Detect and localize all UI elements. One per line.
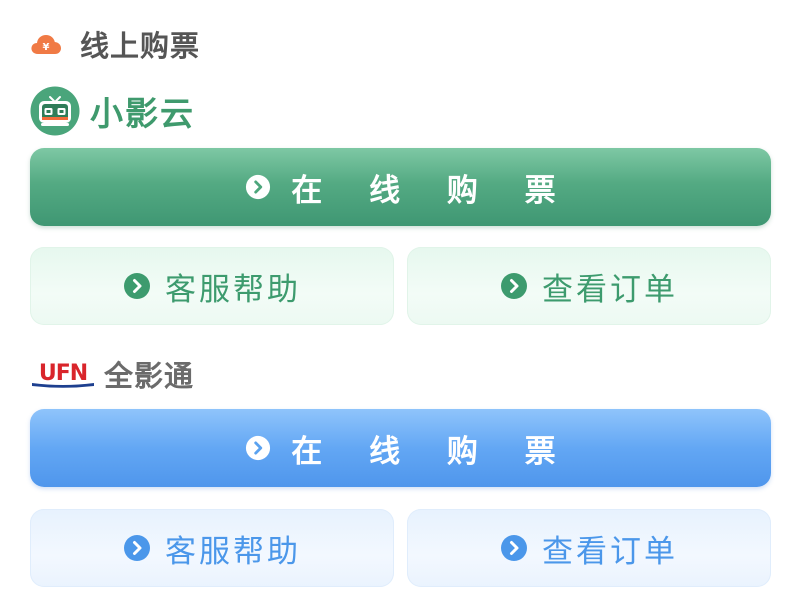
view-orders-button[interactable]: 查看订单	[407, 247, 771, 325]
provider-brand-xiaoyingyun: 小影云	[30, 86, 195, 136]
online-buy-label: 在 线 购 票	[291, 172, 574, 209]
customer-help-label: 客服帮助	[165, 271, 301, 308]
svg-text:UFN: UFN	[39, 361, 87, 386]
chevron-right-circle-icon	[124, 535, 150, 561]
chevron-right-circle-icon	[501, 535, 527, 561]
online-buy-label: 在 线 购 票	[291, 433, 574, 470]
view-orders-label: 查看订单	[542, 271, 678, 308]
xiaoyingyun-logo-icon	[30, 86, 80, 136]
brand-name: 小影云	[90, 94, 195, 133]
section-header: ¥ 线上购票	[30, 24, 200, 64]
ufn-logo-icon: UFN	[32, 361, 94, 388]
online-buy-button[interactable]: 在 线 购 票	[30, 409, 771, 487]
provider-brand-quanyingtong: UFN 全影通	[30, 352, 194, 396]
chevron-right-circle-icon	[501, 273, 527, 299]
section-title: 线上购票	[80, 29, 201, 63]
svg-text:¥: ¥	[43, 42, 50, 53]
yen-cloud-icon: ¥	[31, 35, 61, 54]
chevron-right-circle-icon	[246, 174, 271, 200]
customer-help-button[interactable]: 客服帮助	[30, 247, 394, 325]
view-orders-button[interactable]: 查看订单	[407, 509, 771, 587]
customer-help-label: 客服帮助	[165, 533, 301, 570]
chevron-right-circle-icon	[246, 435, 271, 461]
customer-help-button[interactable]: 客服帮助	[30, 509, 394, 587]
view-orders-label: 查看订单	[542, 533, 678, 570]
chevron-right-circle-icon	[124, 273, 150, 299]
online-buy-button[interactable]: 在 线 购 票	[30, 148, 771, 226]
brand-name: 全影通	[104, 359, 195, 393]
